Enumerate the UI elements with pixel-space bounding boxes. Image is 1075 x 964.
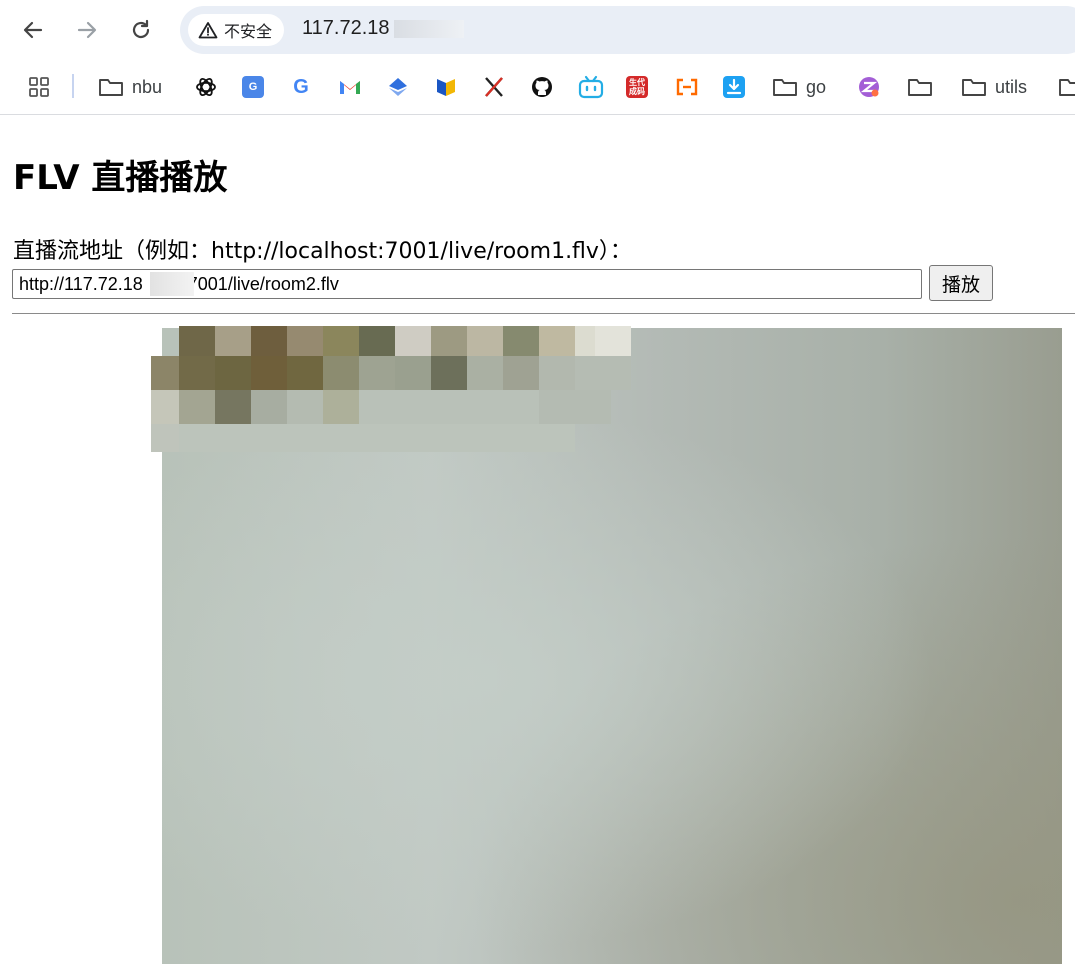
bilibili-icon xyxy=(578,75,604,99)
bookmark-gmail[interactable] xyxy=(338,72,362,102)
bookmark-label: nbu xyxy=(132,76,163,97)
bookmark-folder-utils[interactable]: utils xyxy=(961,72,1027,102)
bookmark-folder-overflow[interactable] xyxy=(1058,72,1075,102)
bookmark-label: go xyxy=(806,76,827,97)
divider xyxy=(12,313,1075,314)
back-button[interactable] xyxy=(15,12,51,48)
bookmark-folder-nbu[interactable]: nbu xyxy=(98,72,162,102)
bookmark-app[interactable] xyxy=(386,72,410,102)
bookmark-google[interactable]: G xyxy=(290,72,312,102)
bookmark-app2[interactable] xyxy=(434,72,458,102)
warning-icon xyxy=(198,22,218,39)
url-redaction xyxy=(394,20,464,38)
bookmark-folder-go[interactable]: go xyxy=(772,72,826,102)
folder-icon xyxy=(962,79,986,96)
bookmark-github[interactable] xyxy=(530,72,554,102)
bookmark-generator[interactable]: 生代 成码 xyxy=(626,72,648,102)
google-icon: G xyxy=(293,75,309,98)
page-title: FLV 直播播放 xyxy=(13,158,228,198)
folder-icon xyxy=(773,79,797,96)
stream-url-input[interactable] xyxy=(12,269,922,299)
bookmark-code[interactable] xyxy=(674,72,700,102)
bookmarks-bar: nbu G G 生代 成码 go utils xyxy=(0,62,1075,115)
reload-icon xyxy=(132,19,150,39)
url-text: 117.72.18 xyxy=(302,17,390,39)
folder-icon xyxy=(908,79,932,96)
app-icon xyxy=(437,79,455,96)
apps-button[interactable] xyxy=(28,72,50,102)
bookmark-openai[interactable] xyxy=(194,72,218,102)
reload-button[interactable] xyxy=(123,12,159,48)
bookmark-download[interactable] xyxy=(722,72,746,102)
download-icon xyxy=(723,76,745,98)
address-bar[interactable]: 不安全 117.72.18 xyxy=(180,6,1075,54)
forward-arrow-icon xyxy=(77,21,97,39)
x-icon xyxy=(485,77,503,97)
bookmark-x[interactable] xyxy=(482,72,506,102)
translate-icon: G xyxy=(242,76,264,98)
security-chip[interactable]: 不安全 xyxy=(188,14,285,46)
generator-icon: 生代 成码 xyxy=(626,76,648,98)
folder-icon xyxy=(99,79,123,96)
code-icon xyxy=(676,78,698,96)
gmail-icon xyxy=(340,81,360,94)
input-redaction xyxy=(150,272,194,296)
bookmark-folder[interactable] xyxy=(907,72,933,102)
bookmark-label: utils xyxy=(995,76,1028,97)
back-arrow-icon xyxy=(23,21,43,39)
stream-url-label: 直播流地址（例如：http://localhost:7001/live/room… xyxy=(13,239,632,264)
play-button[interactable]: 播放 xyxy=(929,265,993,301)
bookmark-bilibili[interactable] xyxy=(578,72,604,102)
folder-icon xyxy=(1059,79,1075,96)
bookmarks-divider xyxy=(72,74,74,98)
bookmark-app-icon xyxy=(389,78,407,96)
forward-button[interactable] xyxy=(69,12,105,48)
github-icon xyxy=(532,77,552,97)
apps-grid-icon xyxy=(29,77,49,97)
video-mosaic-redaction xyxy=(151,326,631,452)
bookmark-zotero[interactable] xyxy=(857,72,881,102)
bookmark-translate[interactable]: G xyxy=(242,72,264,102)
security-label: 不安全 xyxy=(224,22,273,41)
zotero-icon xyxy=(859,77,879,97)
openai-icon xyxy=(196,78,216,96)
browser-toolbar: 不安全 117.72.18 xyxy=(0,0,1075,60)
